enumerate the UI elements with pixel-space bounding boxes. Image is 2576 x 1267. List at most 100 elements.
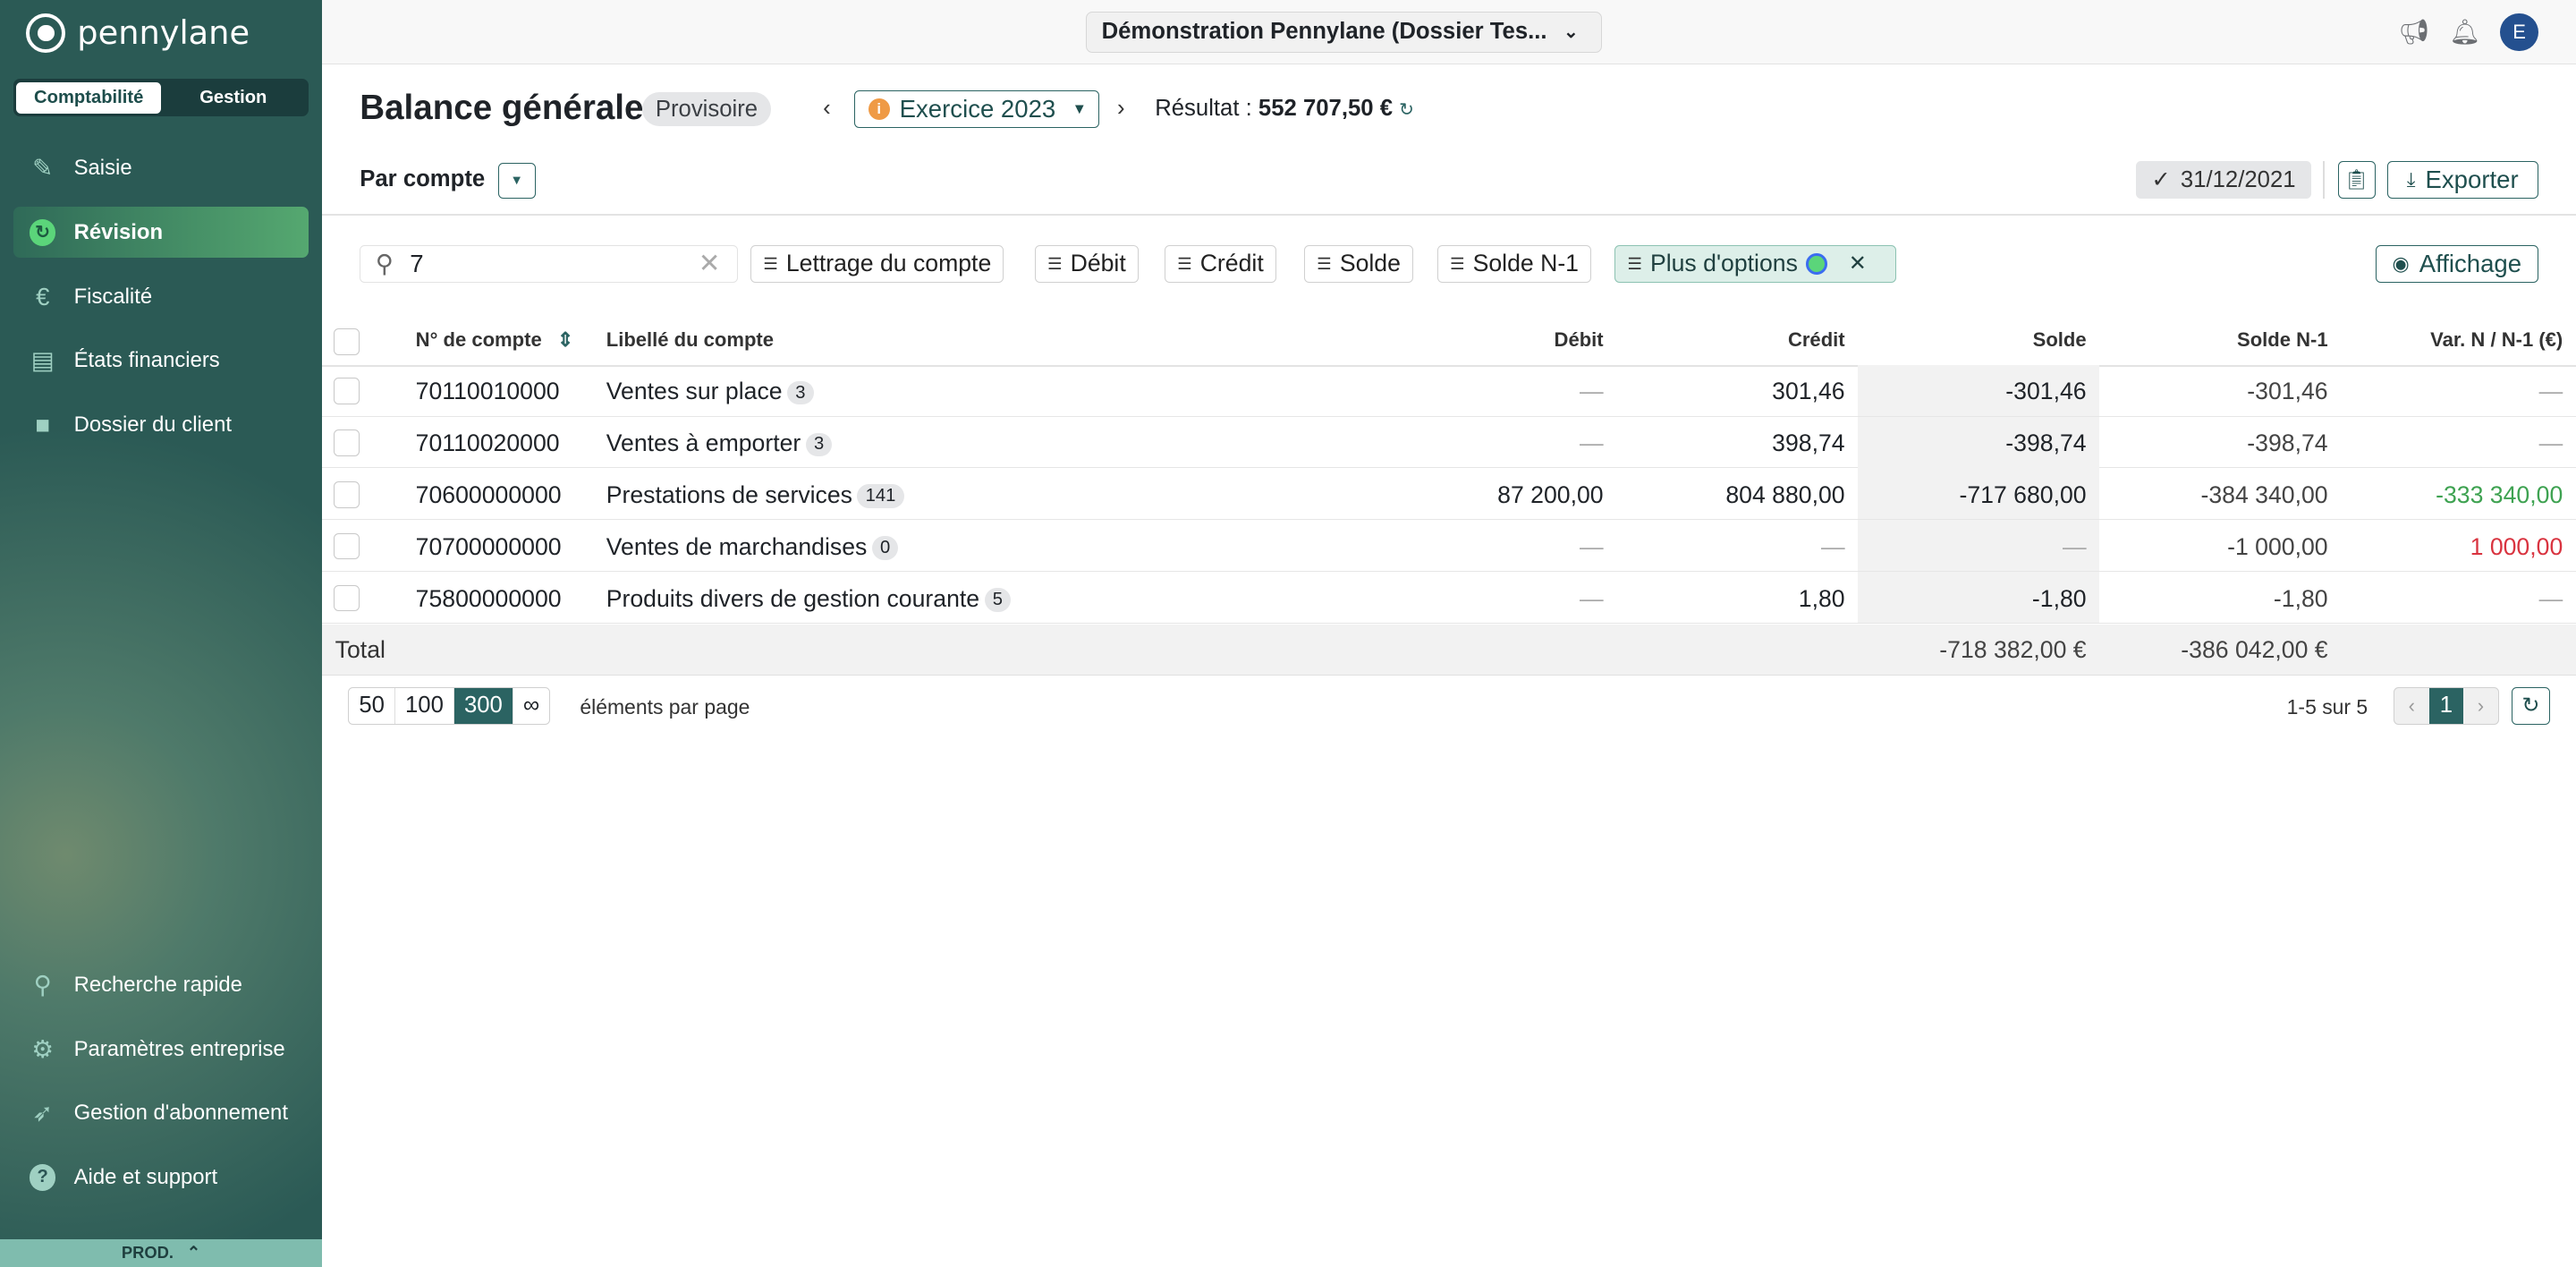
column-header-solde[interactable]: Solde xyxy=(2033,328,2087,352)
sidebar-item-label: Paramètres entreprise xyxy=(73,1036,285,1061)
segment-gestion[interactable]: Gestion xyxy=(161,82,306,114)
account-label[interactable]: Ventes sur place 3 xyxy=(606,378,814,405)
display-label: Affichage xyxy=(2419,249,2522,277)
date-badge[interactable]: ✓ 31/12/2021 xyxy=(2135,160,2312,200)
prev-page-button[interactable]: ‹ xyxy=(2394,688,2429,724)
caret-down-icon: ▼ xyxy=(1072,100,1087,118)
display-button[interactable]: ◉ Affichage xyxy=(2375,244,2538,283)
account-label[interactable]: Produits divers de gestion courante 5 xyxy=(606,585,1012,613)
rocket-icon: ➶ xyxy=(32,1099,54,1127)
sidebar-item-aide[interactable]: ? Aide et support xyxy=(13,1152,309,1203)
check-icon: ✓ xyxy=(2151,167,2171,193)
account-label[interactable]: Ventes à emporter 3 xyxy=(606,429,833,457)
megaphone-icon[interactable]: 📢︎ xyxy=(2398,17,2429,47)
row-checkbox[interactable] xyxy=(333,429,360,456)
solde-value: -717 680,00 xyxy=(1959,481,2087,509)
dossier-selector[interactable]: Démonstration Pennylane (Dossier Tes... ⌄ xyxy=(1086,11,1602,53)
prev-exercice-button[interactable]: ‹ xyxy=(823,96,831,122)
account-label[interactable]: Prestations de services 141 xyxy=(606,481,904,509)
sidebar-item-recherche-rapide[interactable]: ⚲ Recherche rapide xyxy=(13,960,309,1011)
folder-icon: ■ xyxy=(35,410,51,438)
entry-count-badge: 141 xyxy=(857,484,904,509)
group-by-dropdown[interactable]: ▼ xyxy=(497,162,536,200)
solde-n1-value: -398,74 xyxy=(2247,429,2328,457)
sidebar-item-saisie[interactable]: ✎ Saisie xyxy=(13,143,309,194)
env-label: PROD. xyxy=(121,1243,174,1263)
account-label[interactable]: Ventes de marchandises 0 xyxy=(606,533,899,561)
column-header-num[interactable]: N° de compte ⇕ xyxy=(416,328,574,352)
credit-value: 301,46 xyxy=(1772,378,1845,405)
export-button[interactable]: ⤓ Exporter xyxy=(2386,160,2538,200)
next-exercice-button[interactable]: › xyxy=(1117,96,1125,122)
sidebar-item-dossier-client[interactable]: ■ Dossier du client xyxy=(13,399,309,450)
next-page-button[interactable]: › xyxy=(2463,688,2498,724)
filter-solde[interactable]: ☰ Solde xyxy=(1304,244,1413,283)
exercice-selector[interactable]: i Exercice 2023 ▼ xyxy=(854,90,1099,129)
logo[interactable]: pennylane xyxy=(26,13,250,53)
column-header-libelle[interactable]: Libellé du compte xyxy=(606,328,774,352)
filter-solde-n1[interactable]: ☰ Solde N-1 xyxy=(1437,244,1591,283)
sidebar-item-revision[interactable]: ↻ Révision xyxy=(13,207,309,259)
sidebar-item-label: États financiers xyxy=(73,348,220,373)
status-dot-icon xyxy=(1806,252,1827,275)
row-checkbox[interactable] xyxy=(333,378,360,404)
current-page[interactable]: 1 xyxy=(2428,687,2464,724)
credit-value: 398,74 xyxy=(1772,429,1845,457)
sort-icon[interactable]: ⇕ xyxy=(557,328,573,351)
clipboard-icon: 📋︎ xyxy=(2343,168,2369,191)
account-number[interactable]: 70110020000 xyxy=(416,429,560,457)
page-size-50[interactable]: 50 xyxy=(349,687,395,724)
page-size-100[interactable]: 100 xyxy=(395,687,454,724)
download-icon: ⤓ xyxy=(2406,168,2416,191)
account-number[interactable]: 70110010000 xyxy=(416,378,560,405)
credit-value: — xyxy=(1820,533,1845,560)
sidebar-item-label: Gestion d'abonnement xyxy=(73,1101,288,1126)
sidebar-item-etats-financiers[interactable]: ▤ États financiers xyxy=(13,336,309,387)
sparkle-search-icon: ⚲ xyxy=(33,971,52,999)
column-header-solde-n1[interactable]: Solde N-1 xyxy=(2237,328,2328,352)
account-number[interactable]: 75800000000 xyxy=(416,585,562,613)
column-header-variation[interactable]: Var. N / N-1 (€) xyxy=(2430,328,2563,352)
page-size-selector: 50 100 300 ∞ xyxy=(348,686,551,725)
chevron-up-icon: ⌃ xyxy=(186,1243,201,1263)
entry-count-badge: 3 xyxy=(805,432,833,457)
account-number[interactable]: 70700000000 xyxy=(416,533,562,561)
refresh-icon[interactable]: ↻ xyxy=(1399,100,1414,120)
environment-toggle[interactable]: PROD. ⌃ xyxy=(0,1238,322,1267)
avatar[interactable]: E xyxy=(2500,13,2538,51)
refresh-icon: ↻ xyxy=(2521,693,2540,719)
sidebar-item-label: Saisie xyxy=(73,156,132,181)
page-size-300[interactable]: 300 xyxy=(453,687,513,724)
variation-value: 1 000,00 xyxy=(2470,533,2563,560)
column-header-debit[interactable]: Débit xyxy=(1555,328,1604,352)
bell-icon[interactable]: 🔔︎ xyxy=(2449,17,2480,47)
chip-label: Plus d'options xyxy=(1649,250,1798,277)
help-icon: ? xyxy=(28,1162,57,1192)
credit-value: 1,80 xyxy=(1798,584,1845,612)
close-icon[interactable]: ✕ xyxy=(1849,251,1867,276)
account-number[interactable]: 70600000000 xyxy=(416,481,562,509)
refresh-button[interactable]: ↻ xyxy=(2512,686,2550,725)
column-header-credit[interactable]: Crédit xyxy=(1788,328,1845,352)
search-input[interactable]: ⚲ 7 ✕ xyxy=(360,244,738,283)
row-checkbox[interactable] xyxy=(333,533,360,560)
sidebar-item-parametres[interactable]: ⚙ Paramètres entreprise xyxy=(13,1024,309,1075)
filter-debit[interactable]: ☰ Débit xyxy=(1035,244,1139,283)
filter-credit[interactable]: ☰ Crédit xyxy=(1165,244,1276,283)
chevron-down-icon: ⌄ xyxy=(1563,22,1579,43)
row-checkbox[interactable] xyxy=(333,584,360,612)
account-label-text: Prestations de services xyxy=(606,481,852,509)
row-checkbox[interactable] xyxy=(333,481,360,508)
clipboard-button[interactable]: 📋︎ xyxy=(2337,160,2376,200)
variation-value: -333 340,00 xyxy=(2436,481,2563,509)
filter-lettrage[interactable]: ☰ Lettrage du compte xyxy=(750,244,1004,283)
solde-value: -398,74 xyxy=(2005,429,2087,457)
select-all-checkbox[interactable] xyxy=(333,328,360,355)
page-size-all[interactable]: ∞ xyxy=(513,688,549,724)
sidebar-item-abonnement[interactable]: ➶ Gestion d'abonnement xyxy=(13,1088,309,1139)
segment-comptabilite[interactable]: Comptabilité xyxy=(16,81,161,114)
sidebar-item-fiscalite[interactable]: € Fiscalité xyxy=(13,271,309,322)
clear-icon[interactable]: ✕ xyxy=(699,248,721,279)
filter-plus-options[interactable]: ☰ Plus d'options ✕ xyxy=(1614,244,1896,283)
credit-value: 804 880,00 xyxy=(1725,481,1845,509)
